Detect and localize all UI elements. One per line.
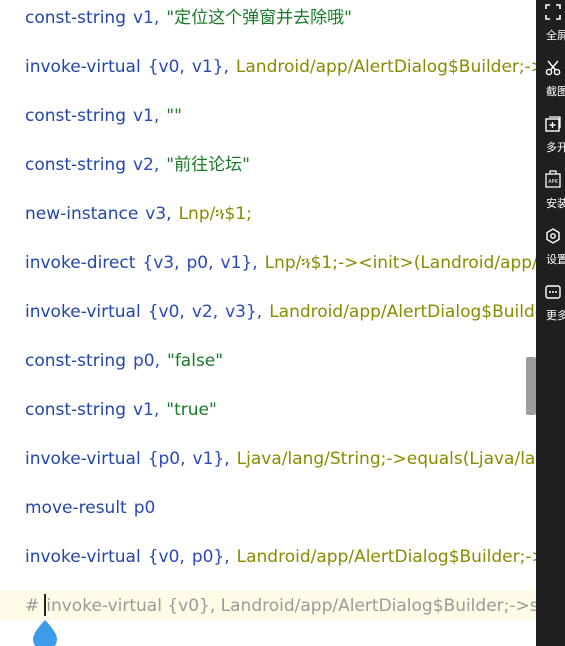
more-icon: [545, 285, 561, 299]
code-token: v3},: [225, 302, 263, 322]
code-token: Lnp/ጓ$1;-><init>(Landroid/app/Activ: [264, 253, 536, 273]
code-line[interactable]: # invoke-virtual {v0}, Landroid/app/Alert…: [25, 591, 536, 621]
code-token: v1,: [132, 8, 160, 28]
sidebar-label: 更多: [546, 309, 565, 322]
code-line[interactable]: new-instance v3, Lnp/ጓ$1;: [25, 199, 259, 229]
code-token: p0,: [186, 253, 214, 273]
code-token: Landroid/app/AlertDialog$Builder;->setM: [235, 57, 536, 77]
code-token: v1,: [132, 400, 160, 420]
code-token: #: [25, 596, 40, 616]
code-line[interactable]: invoke-virtual {v0, v2, v3}, Landroid/app/Al…: [25, 297, 536, 327]
code-token: "false": [167, 351, 224, 371]
code-token: v3,: [145, 204, 172, 224]
code-token: v2,: [132, 155, 160, 175]
scrollbar-thumb[interactable]: [526, 357, 536, 415]
sidebar-item-screenshot[interactable]: 截图: [536, 56, 565, 112]
sidebar-label: 安装: [546, 197, 565, 210]
sidebar-item-multi-open[interactable]: 多开: [536, 112, 565, 168]
code-token: invoke-virtual: [25, 302, 141, 322]
fullscreen-icon: [545, 4, 561, 20]
code-token: {v0,: [147, 57, 185, 77]
scissors-icon: [545, 60, 561, 76]
code-token: const-string: [25, 351, 126, 371]
code-token: v1},: [220, 253, 258, 273]
code-token: const-string: [25, 155, 126, 175]
code-token: "": [166, 106, 182, 126]
code-token: Landroid/app/AlertDialog$Builder;->setC: [236, 547, 536, 567]
code-token: invoke-virtual: [25, 449, 141, 469]
code-token: Landroid/app/AlertDialog$Builder;->s: [269, 302, 536, 322]
code-token: const-string: [25, 106, 126, 126]
code-token: Ljava/lang/String;->equals(Ljava/lang/O: [236, 449, 536, 469]
apk-install-icon: APK: [545, 170, 561, 188]
cursor-drag-handle-icon[interactable]: [33, 620, 57, 646]
code-token: const-string: [25, 8, 126, 28]
code-token: v1},: [192, 449, 230, 469]
code-token: {v3,: [142, 253, 180, 273]
code-line[interactable]: const-string v1, "定位这个弹窗并去除哦": [25, 3, 359, 33]
code-token: "true": [166, 400, 217, 420]
code-token: new-instance: [25, 204, 139, 224]
code-token: p0},: [191, 547, 230, 567]
code-line[interactable]: invoke-virtual {p0, v1}, Ljava/lang/String;…: [25, 444, 536, 474]
code-line[interactable]: invoke-direct {v3, p0, v1}, Lnp/ጓ$1;-><init>…: [25, 248, 536, 278]
code-line[interactable]: const-string p0, "false": [25, 346, 230, 376]
code-token: "定位这个弹窗并去除哦": [166, 8, 352, 28]
code-token: Lnp/ጓ$1;: [178, 204, 252, 224]
svg-text:APK: APK: [548, 179, 558, 185]
code-line[interactable]: move-result p0: [25, 493, 162, 523]
code-token: "前往论坛": [166, 155, 250, 175]
sidebar-item-more[interactable]: 更多: [536, 280, 565, 336]
code-token: const-string: [25, 400, 126, 420]
sidebar-label: 全屏: [546, 29, 565, 42]
code-line[interactable]: const-string v1, "": [25, 101, 189, 131]
sidebar-label: 多开: [546, 141, 565, 154]
sidebar-label: 截图: [546, 85, 565, 98]
code-token: v2,: [191, 302, 219, 322]
code-token: v1},: [191, 57, 229, 77]
gear-icon: [546, 228, 560, 244]
code-token: {v0,: [147, 547, 185, 567]
sidebar-item-settings[interactable]: 设置: [536, 224, 565, 280]
code-token: invoke-virtual {v0}, Landroid/app/AlertD…: [46, 596, 536, 616]
floating-sidebar: 全屏 截图 多开 APK 安装 设置 更多: [536, 0, 565, 646]
code-token: invoke-virtual: [25, 57, 141, 77]
code-line[interactable]: invoke-virtual {v0, v1}, Landroid/app/Alert…: [25, 52, 536, 82]
code-token: v1,: [132, 106, 160, 126]
code-token: p0,: [132, 351, 160, 371]
code-token: {v0,: [147, 302, 185, 322]
code-token: invoke-virtual: [25, 547, 141, 567]
multi-window-icon: [545, 116, 561, 132]
sidebar-item-install[interactable]: APK 安装: [536, 168, 565, 224]
text-cursor: [44, 594, 46, 616]
code-editor[interactable]: const-string v1, "定位这个弹窗并去除哦" invoke-virtua…: [0, 0, 536, 646]
code-token: p0: [133, 498, 156, 518]
sidebar-label: 设置: [546, 253, 565, 266]
code-line[interactable]: const-string v2, "前往论坛": [25, 150, 257, 180]
code-line[interactable]: invoke-virtual {v0, p0}, Landroid/app/Alert…: [25, 542, 536, 572]
code-token: invoke-direct: [25, 253, 136, 273]
sidebar-item-fullscreen[interactable]: 全屏: [536, 0, 565, 56]
code-line[interactable]: const-string v1, "true": [25, 395, 224, 425]
code-token: move-result: [25, 498, 127, 518]
code-token: {p0,: [147, 449, 186, 469]
